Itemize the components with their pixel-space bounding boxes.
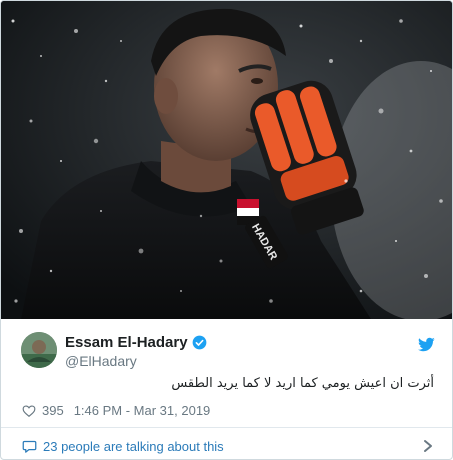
like-count[interactable]: 395 — [42, 403, 64, 418]
talking-about-text: 23 people are talking about this — [43, 438, 224, 454]
chevron-right-icon[interactable] — [422, 439, 434, 453]
display-name-text: Essam El-Hadary — [65, 334, 188, 351]
twitter-bird-icon[interactable] — [418, 336, 435, 353]
user-handle[interactable]: @ElHadary — [65, 353, 137, 369]
tweet-text: أثرت ان اعيش يومي كما اريد لا كما يريد ا… — [171, 376, 434, 391]
avatar-image — [21, 332, 57, 368]
tweet-timestamp[interactable]: 1:46 PM - Mar 31, 2019 — [74, 403, 211, 418]
comment-bubble-icon — [22, 439, 37, 454]
avatar[interactable] — [21, 332, 57, 368]
conversation-link[interactable]: 23 people are talking about this — [22, 436, 434, 456]
footer-divider — [1, 427, 452, 428]
heart-icon[interactable] — [22, 404, 36, 418]
goalkeeper-photo: HADAR — [1, 1, 452, 319]
tweet-meta: 395 1:46 PM - Mar 31, 2019 — [22, 403, 210, 418]
tweet-card: HADAR Essam El-Hadary @ElHadary أثرت ان … — [0, 0, 453, 460]
tweet-author[interactable]: Essam El-Hadary @ElHadary — [21, 332, 441, 374]
display-name[interactable]: Essam El-Hadary — [65, 334, 207, 351]
tweet-photo[interactable]: HADAR — [1, 1, 452, 319]
verified-badge-icon — [192, 335, 207, 350]
